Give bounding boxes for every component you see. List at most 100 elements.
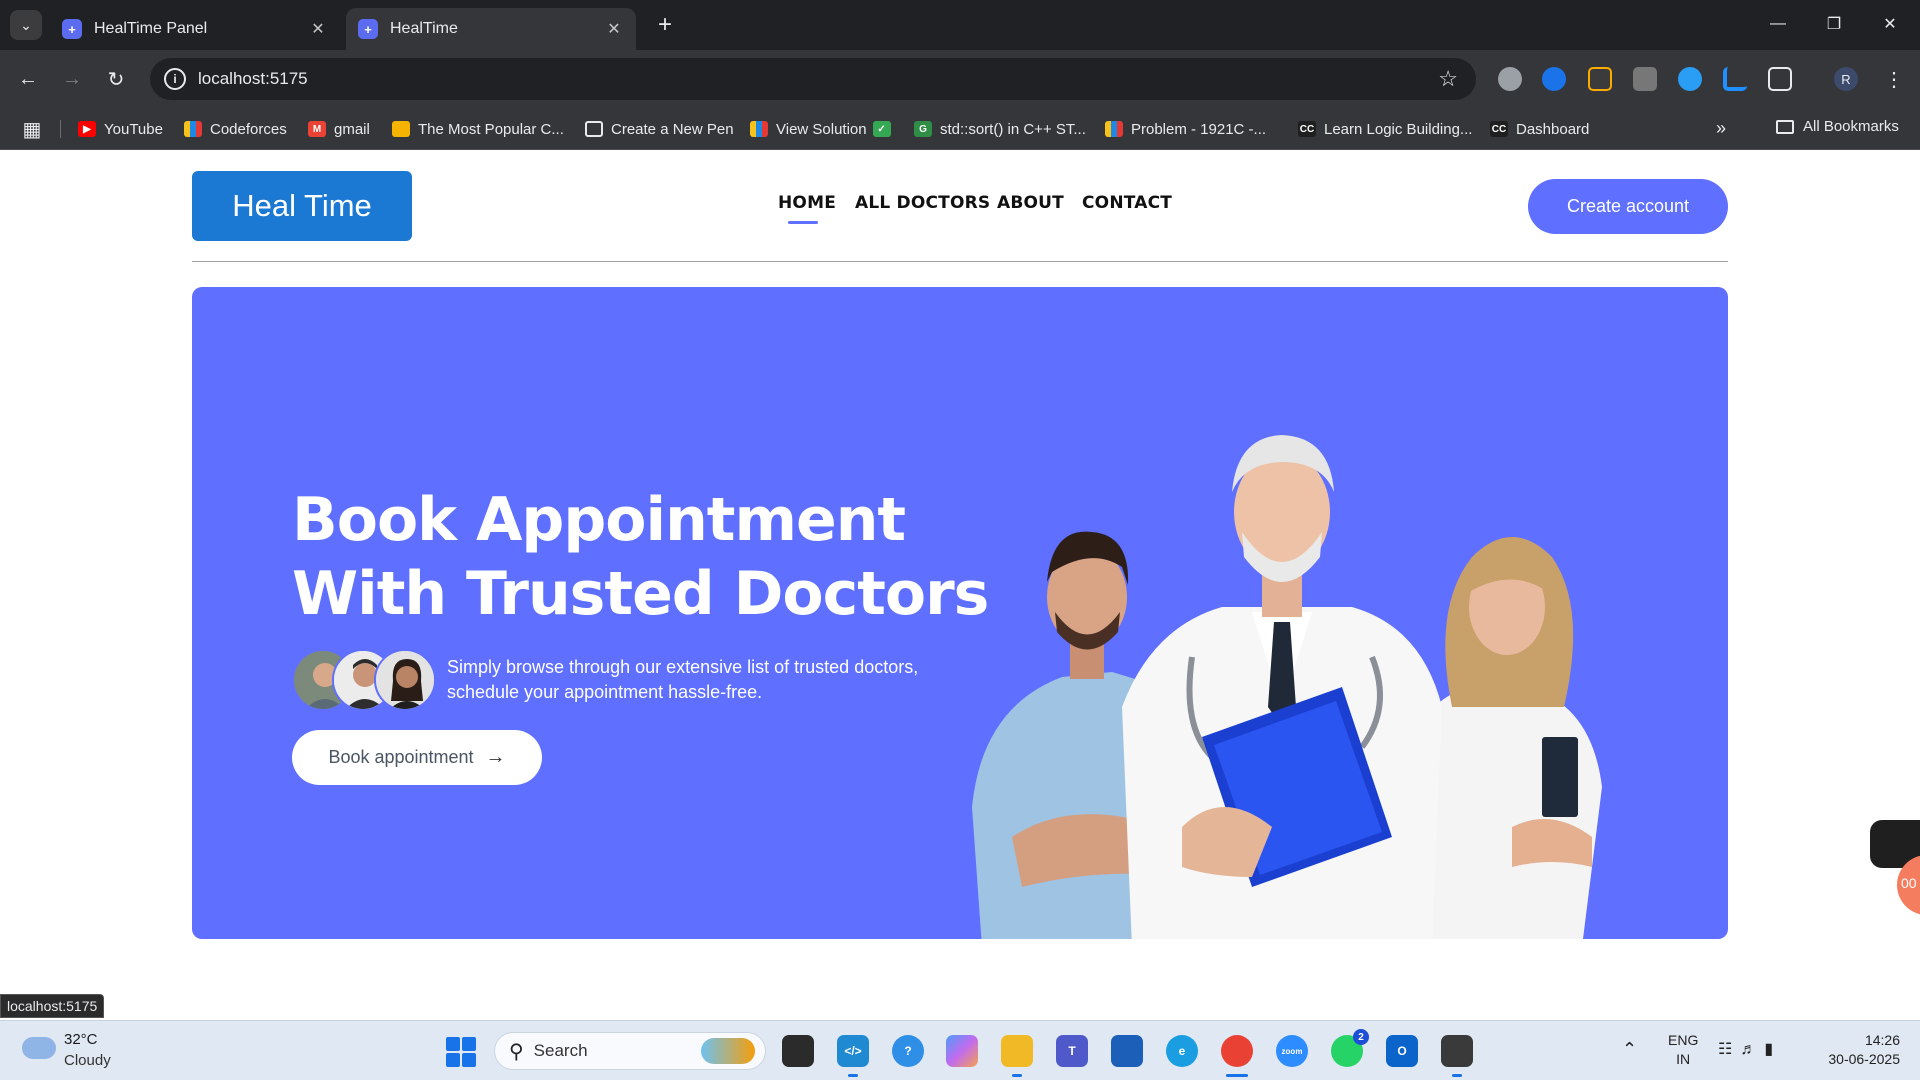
- reload-icon[interactable]: ↻: [100, 63, 132, 95]
- bookmark-label: Dashboard: [1516, 120, 1590, 138]
- tab-healtime[interactable]: + HealTime ✕: [346, 8, 636, 50]
- profile-avatar[interactable]: R: [1834, 67, 1858, 91]
- gfg-icon: G: [914, 121, 932, 137]
- extension-icon[interactable]: [1498, 67, 1522, 91]
- site-info-icon[interactable]: i: [164, 68, 186, 90]
- bookmark-label: Codeforces: [210, 120, 287, 138]
- outlook-icon[interactable]: O: [1386, 1035, 1418, 1067]
- extension-icon[interactable]: [1542, 67, 1566, 91]
- vscode-icon[interactable]: </>: [837, 1035, 869, 1067]
- language-indicator[interactable]: ENG IN: [1668, 1031, 1698, 1069]
- close-tab-icon[interactable]: ✕: [308, 19, 328, 39]
- extensions-puzzle-icon[interactable]: [1768, 67, 1792, 91]
- task-view-icon[interactable]: [782, 1035, 814, 1067]
- header-divider: [192, 261, 1728, 262]
- bookmark-codeforces[interactable]: Codeforces: [184, 118, 287, 140]
- nav-about[interactable]: ABOUT: [997, 193, 1064, 213]
- chrome-icon[interactable]: [1221, 1035, 1253, 1067]
- bookmark-label: Create a New Pen: [611, 120, 734, 138]
- browser-toolbar: ← → ↻ i localhost:5175 ☆ R ⋮: [0, 50, 1920, 108]
- bookmark-std-sort[interactable]: Gstd::sort() in C++ ST...: [914, 118, 1086, 140]
- bookmark-label: The Most Popular C...: [418, 120, 564, 138]
- search-highlight-icon: [701, 1038, 755, 1064]
- extension-icon[interactable]: [1588, 67, 1612, 91]
- close-tab-icon[interactable]: ✕: [604, 19, 624, 39]
- doctors-illustration: [972, 435, 1602, 939]
- edge-icon[interactable]: e: [1166, 1035, 1198, 1067]
- system-tray-icons[interactable]: ☷♬▮: [1718, 1039, 1781, 1059]
- bookmark-learn-logic[interactable]: CC Learn Logic Building...: [1298, 118, 1472, 140]
- apps-grid-icon[interactable]: ▦: [20, 117, 44, 141]
- clock-time: 14:26: [1864, 1032, 1900, 1048]
- bookmark-most-popular[interactable]: The Most Popular C...: [392, 118, 564, 140]
- minimize-icon[interactable]: —: [1758, 8, 1798, 40]
- clock-date: 30-06-2025: [1828, 1051, 1900, 1067]
- bookmark-problem[interactable]: Problem - 1921C -...: [1105, 118, 1266, 140]
- weather-temperature[interactable]: 32°C: [64, 1031, 98, 1048]
- menu-kebab-icon[interactable]: ⋮: [1878, 63, 1910, 95]
- bookmark-youtube[interactable]: ▶ YouTube: [78, 118, 163, 140]
- language-code: ENG: [1668, 1032, 1699, 1048]
- show-hidden-icons-icon[interactable]: ⌃: [1622, 1039, 1637, 1060]
- nav-home[interactable]: HOME: [778, 193, 836, 213]
- bookmark-label: Learn Logic Building...: [1324, 120, 1473, 138]
- help-icon[interactable]: ?: [892, 1035, 924, 1067]
- tab-search-icon[interactable]: ⌄: [10, 10, 42, 40]
- address-url[interactable]: localhost:5175: [198, 69, 1438, 89]
- explorer-running-indicator: [1012, 1074, 1022, 1077]
- all-bookmarks[interactable]: All Bookmarks: [1776, 118, 1899, 135]
- restore-icon[interactable]: ❐: [1814, 8, 1854, 40]
- cc-icon: CC: [1298, 121, 1316, 137]
- whatsapp-icon[interactable]: 2: [1331, 1029, 1369, 1067]
- nav-active-indicator: [788, 221, 818, 224]
- close-window-icon[interactable]: ✕: [1870, 8, 1910, 40]
- bookmark-gmail[interactable]: Mgmail: [308, 118, 370, 140]
- region-code: IN: [1676, 1051, 1691, 1067]
- cc-icon: CC: [1490, 121, 1508, 137]
- site-logo[interactable]: Heal Time: [192, 171, 412, 241]
- create-account-button[interactable]: Create account: [1528, 179, 1728, 234]
- clock[interactable]: 14:26 30-06-2025: [1800, 1031, 1900, 1069]
- healtime-favicon-icon: +: [358, 19, 378, 39]
- hero-title: Book Appointment With Trusted Doctors: [292, 483, 989, 631]
- bookmark-label: Problem - 1921C -...: [1131, 120, 1267, 138]
- address-bar[interactable]: i localhost:5175 ☆: [150, 58, 1476, 100]
- status-url-tooltip: localhost:5175: [0, 994, 105, 1018]
- taskbar-search[interactable]: ⚲ Search: [494, 1032, 766, 1070]
- hero-description-line-2: schedule your appointment hassle-free.: [447, 682, 763, 702]
- more-bookmarks-icon[interactable]: »: [1716, 118, 1726, 139]
- acs-app-icon[interactable]: [1441, 1035, 1473, 1067]
- new-tab-icon[interactable]: +: [650, 10, 680, 40]
- taskbar-search-label: Search: [533, 1041, 588, 1060]
- bookmark-label: View Solution: [776, 120, 867, 138]
- tab-healtime-panel[interactable]: + HealTime Panel ✕: [50, 8, 340, 50]
- bookmark-view-solution[interactable]: View Solution ✓: [750, 118, 891, 140]
- doctor-center: [1122, 435, 1442, 939]
- store-icon[interactable]: [1111, 1035, 1143, 1067]
- bookmark-dashboard[interactable]: CC Dashboard: [1490, 118, 1589, 140]
- cloud-icon[interactable]: [22, 1037, 56, 1059]
- extension-icon[interactable]: [1678, 67, 1702, 91]
- book-appointment-button[interactable]: Book appointment →: [292, 730, 542, 785]
- extension-icon[interactable]: [1723, 67, 1747, 91]
- file-explorer-icon[interactable]: [1001, 1035, 1033, 1067]
- chrome-running-indicator: [1226, 1074, 1248, 1077]
- windows-start-icon[interactable]: [446, 1037, 476, 1067]
- zoom-icon[interactable]: zoom: [1276, 1035, 1308, 1067]
- tab-title: HealTime: [390, 20, 458, 37]
- vscode-running-indicator: [848, 1074, 858, 1077]
- check-icon: ✓: [872, 121, 891, 137]
- hero-title-line-1: Book Appointment: [292, 485, 906, 555]
- teams-icon[interactable]: T: [1056, 1035, 1088, 1067]
- nav-contact[interactable]: CONTACT: [1082, 193, 1172, 213]
- weather-condition[interactable]: Cloudy: [64, 1052, 111, 1069]
- bookmark-codepen[interactable]: Create a New Pen: [585, 118, 734, 140]
- nav-all-doctors[interactable]: ALL DOCTORS: [855, 193, 990, 213]
- forward-icon[interactable]: →: [56, 63, 88, 95]
- bookmark-star-icon[interactable]: ☆: [1438, 66, 1458, 92]
- copilot-icon[interactable]: [946, 1035, 978, 1067]
- back-icon[interactable]: ←: [12, 63, 44, 95]
- extension-icon[interactable]: [1633, 67, 1657, 91]
- windows-taskbar: 32°C Cloudy ⚲ Search </> ? T e zoom 2 O …: [0, 1020, 1920, 1080]
- codeforces-icon: [750, 121, 768, 137]
